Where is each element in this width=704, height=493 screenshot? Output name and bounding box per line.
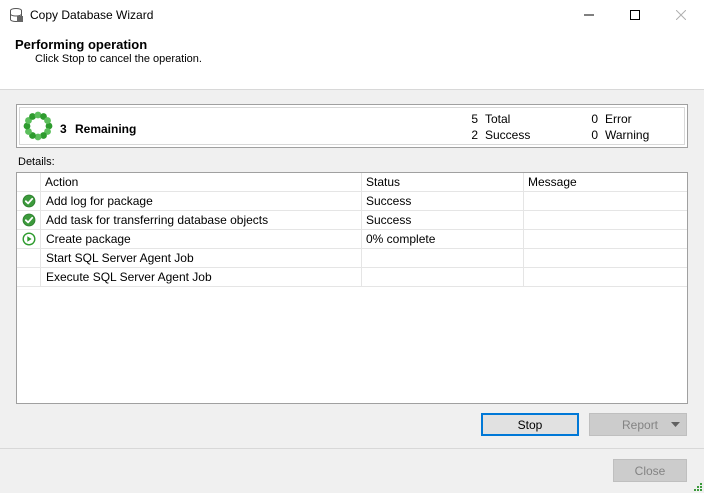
- success-count: 2: [471, 128, 478, 142]
- details-label: Details:: [18, 156, 55, 168]
- row-message-cell: [524, 268, 687, 287]
- report-button-label: Report: [622, 418, 659, 432]
- table-row[interactable]: Execute SQL Server Agent Job: [17, 268, 687, 287]
- warning-label: Warning: [605, 128, 650, 142]
- spinner-segment: [44, 117, 51, 124]
- row-action-cell: Create package: [41, 230, 362, 249]
- close-icon: [676, 10, 686, 20]
- row-message-cell: [524, 230, 687, 249]
- table-row[interactable]: Create package 0% complete: [17, 230, 687, 249]
- row-status-cell: Success: [362, 192, 524, 211]
- column-header-status[interactable]: Status: [362, 173, 524, 192]
- error-count: 0: [591, 112, 598, 126]
- remaining-count: 3: [60, 122, 67, 136]
- column-header-action[interactable]: Action: [41, 173, 362, 192]
- maximize-button[interactable]: [612, 0, 658, 30]
- total-count: 5: [471, 112, 478, 126]
- row-action-cell: Execute SQL Server Agent Job: [41, 268, 362, 287]
- window-title: Copy Database Wizard: [30, 8, 154, 22]
- stop-button[interactable]: Stop: [481, 413, 579, 436]
- row-status-cell: Success: [362, 211, 524, 230]
- row-message-cell: [524, 192, 687, 211]
- maximize-icon: [630, 10, 640, 20]
- minimize-icon: [584, 14, 594, 16]
- table-row[interactable]: Start SQL Server Agent Job: [17, 249, 687, 268]
- close-button[interactable]: Close: [613, 459, 687, 482]
- progress-summary: 3 Remaining 5 Total 2 Success 0 Error 0 …: [16, 104, 688, 148]
- row-status-cell: [362, 249, 524, 268]
- row-icon-cell: [17, 249, 41, 268]
- dropdown-arrow-icon: [671, 422, 680, 427]
- wizard-footer: [0, 448, 704, 493]
- stop-button-label: Stop: [517, 417, 543, 432]
- title-bar: Copy Database Wizard: [0, 0, 704, 30]
- row-icon-cell: [17, 211, 41, 230]
- success-icon: [22, 213, 36, 227]
- remaining-label: Remaining: [75, 122, 137, 136]
- row-action-cell: Add task for transferring database objec…: [41, 211, 362, 230]
- icon-column-header: [17, 173, 41, 192]
- column-header-message[interactable]: Message: [524, 173, 687, 192]
- window-close-button[interactable]: [658, 0, 704, 30]
- minimize-button[interactable]: [566, 0, 612, 30]
- error-label: Error: [605, 112, 632, 126]
- copy-database-wizard-window: Copy Database Wizard Performing operatio…: [0, 0, 704, 493]
- details-table: Action Status Message Add log for packag…: [16, 172, 688, 404]
- row-icon-cell: [17, 230, 41, 249]
- report-button[interactable]: Report: [589, 413, 687, 436]
- row-icon-cell: [17, 268, 41, 287]
- row-action-cell: Add log for package: [41, 192, 362, 211]
- resize-grip-icon[interactable]: [693, 482, 703, 492]
- row-icon-cell: [17, 192, 41, 211]
- row-action-cell: Start SQL Server Agent Job: [41, 249, 362, 268]
- warning-count: 0: [591, 128, 598, 142]
- table-row[interactable]: Add log for package Success: [17, 192, 687, 211]
- total-label: Total: [485, 112, 511, 126]
- success-icon: [22, 194, 36, 208]
- database-icon: [10, 8, 23, 22]
- in-progress-icon: [22, 232, 36, 246]
- row-message-cell: [524, 211, 687, 230]
- table-header: Action Status Message: [17, 173, 687, 192]
- close-button-label: Close: [634, 463, 666, 478]
- progress-spinner-icon: [23, 111, 53, 141]
- success-label: Success: [485, 128, 531, 142]
- row-status-cell: [362, 268, 524, 287]
- row-message-cell: [524, 249, 687, 268]
- wizard-header: Performing operation Click Stop to cance…: [0, 30, 704, 90]
- row-status-cell: 0% complete: [362, 230, 524, 249]
- table-row[interactable]: Add task for transferring database objec…: [17, 211, 687, 230]
- page-title: Performing operation: [15, 37, 148, 52]
- page-subtitle: Click Stop to cancel the operation.: [35, 53, 202, 65]
